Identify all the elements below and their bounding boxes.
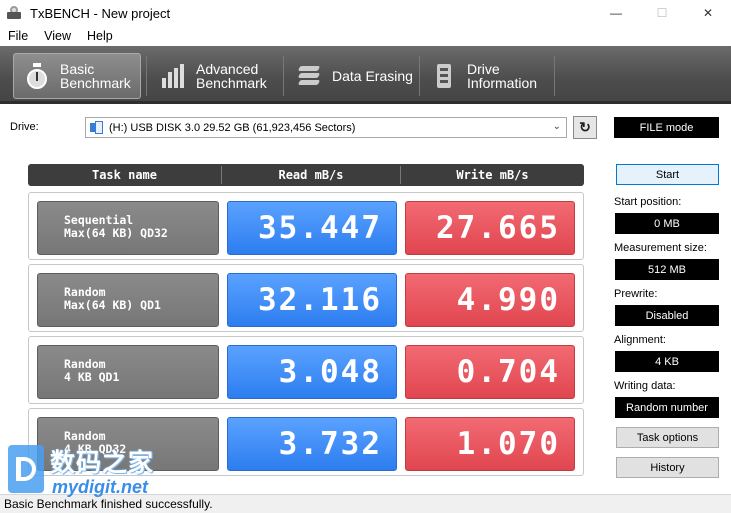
task-options-button[interactable]: Task options — [616, 427, 719, 448]
result-row-rnd-4k-q1: Random 4 KB QD1 3.048 0.704 — [28, 336, 584, 404]
measurement-size-label: Measurement size: — [614, 242, 707, 254]
history-button[interactable]: History — [616, 457, 719, 478]
prewrite-label: Prewrite: — [614, 288, 658, 300]
result-row-rnd-4k-q32: Random 4 KB QD32 3.732 1.070 — [28, 408, 584, 476]
chevron-down-icon: ⌄ — [552, 121, 561, 132]
tab-drive-information[interactable]: Drive Information — [421, 53, 551, 99]
tab-label: Information — [467, 75, 538, 91]
start-position-label: Start position: — [614, 196, 682, 208]
file-mode-indicator: FILE mode — [614, 117, 719, 138]
task-name: Random 4 KB QD32 — [37, 417, 219, 471]
close-button[interactable]: ✕ — [685, 0, 731, 26]
tab-basic-benchmark[interactable]: Basic Benchmark — [13, 53, 141, 99]
read-value: 3.732 — [227, 417, 397, 471]
alignment-label: Alignment: — [614, 334, 666, 346]
read-value: 32.116 — [227, 273, 397, 327]
task-name: Random 4 KB QD1 — [37, 345, 219, 399]
status-text: Basic Benchmark finished successfully. — [4, 497, 213, 511]
start-button[interactable]: Start — [616, 164, 719, 185]
menu-help[interactable]: Help — [79, 29, 121, 43]
drive-icon — [431, 62, 457, 90]
tab-label: Drive — [467, 61, 500, 77]
tab-advanced-benchmark[interactable]: Advanced Benchmark — [150, 53, 280, 99]
window-title: TxBENCH - New project — [30, 5, 171, 21]
read-value: 35.447 — [227, 201, 397, 255]
tab-label: Advanced — [196, 61, 259, 77]
maximize-button[interactable]: ☐ — [639, 0, 685, 26]
start-position-value[interactable]: 0 MB — [615, 213, 719, 234]
tab-bar: Basic Benchmark Advanced Benchmark Data Er… — [0, 46, 731, 104]
usb-drive-icon — [90, 121, 104, 134]
menu-file[interactable]: File — [0, 29, 36, 43]
tab-label: Basic — [60, 61, 95, 77]
tab-label: Benchmark — [196, 75, 267, 91]
header-task-name: Task name — [91, 168, 158, 182]
header-write: Write mB/s — [456, 168, 529, 182]
task-name: Random Max(64 KB) QD1 — [37, 273, 219, 327]
refresh-icon: ↻ — [579, 119, 591, 135]
write-value: 4.990 — [405, 273, 575, 327]
measurement-size-value[interactable]: 512 MB — [615, 259, 719, 280]
refresh-button[interactable]: ↻ — [573, 116, 597, 139]
app-icon — [6, 5, 22, 21]
writing-data-value[interactable]: Random number — [615, 397, 719, 418]
tab-data-erasing[interactable]: Data Erasing — [286, 53, 416, 99]
stopwatch-icon — [24, 62, 50, 90]
task-name: Sequential Max(64 KB) QD32 — [37, 201, 219, 255]
bar-chart-icon — [160, 62, 186, 90]
write-value: 1.070 — [405, 417, 575, 471]
drive-selected-value: (H:) USB DISK 3.0 29.52 GB (61,923,456 S… — [109, 121, 356, 134]
write-value: 27.665 — [405, 201, 575, 255]
menu-bar: File View Help — [0, 26, 731, 46]
read-value: 3.048 — [227, 345, 397, 399]
eraser-icon — [296, 62, 322, 90]
menu-view[interactable]: View — [36, 29, 79, 43]
prewrite-value[interactable]: Disabled — [615, 305, 719, 326]
writing-data-label: Writing data: — [614, 380, 676, 392]
results-header: Task name Read mB/s Write mB/s — [28, 164, 584, 186]
result-row-rnd-64k-q1: Random Max(64 KB) QD1 32.116 4.990 — [28, 264, 584, 332]
drive-select[interactable]: (H:) USB DISK 3.0 29.52 GB (61,923,456 S… — [85, 117, 567, 138]
result-row-seq-q32: Sequential Max(64 KB) QD32 35.447 27.665 — [28, 192, 584, 260]
write-value: 0.704 — [405, 345, 575, 399]
tab-label: Benchmark — [60, 75, 131, 91]
alignment-value[interactable]: 4 KB — [615, 351, 719, 372]
header-read: Read mB/s — [278, 168, 344, 182]
tab-label: Data Erasing — [332, 68, 413, 84]
minimize-button[interactable]: — — [593, 0, 639, 26]
status-bar: Basic Benchmark finished successfully. — [0, 494, 731, 513]
title-bar: TxBENCH - New project — ☐ ✕ — [0, 0, 731, 26]
drive-label: Drive: — [10, 121, 39, 133]
